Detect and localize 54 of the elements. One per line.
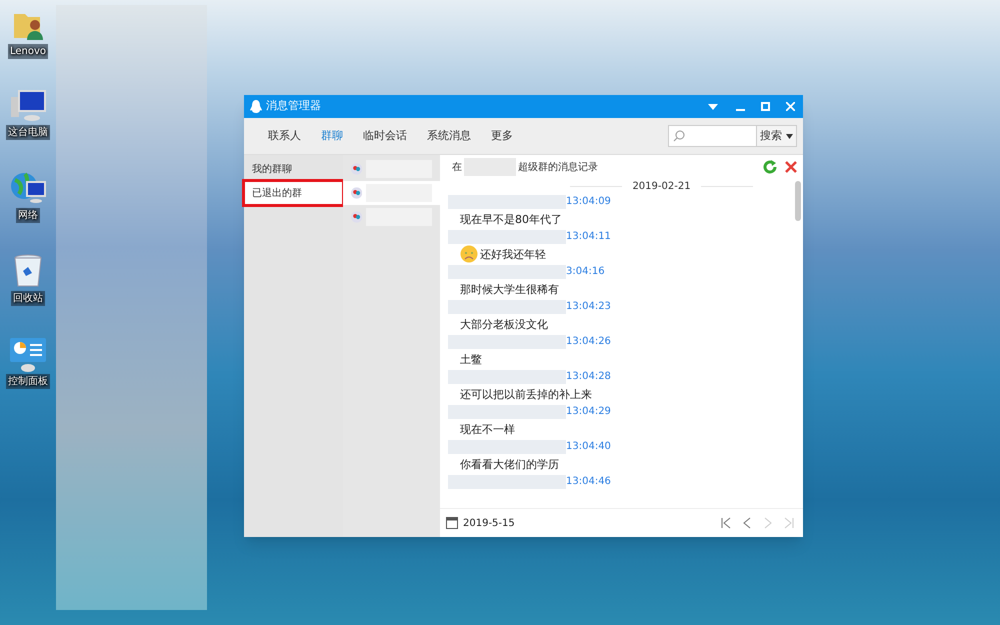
record-title: 在: [452, 160, 462, 174]
date-divider: 2019-02-21: [631, 180, 692, 194]
caret-icon: [786, 134, 793, 138]
message-text: 土鳖: [460, 352, 482, 368]
desktop-icon-label[interactable]: 这台电脑: [6, 125, 50, 140]
message-text: 你看看大佬们的学历: [460, 456, 559, 472]
sidebar-item[interactable]: 我的群聊: [244, 157, 343, 181]
message-time: 13:04:46: [566, 475, 611, 489]
window-title: 消息管理器: [266, 98, 321, 114]
footer-date: 2019-5-15: [463, 516, 515, 530]
calendar-icon[interactable]: [446, 517, 458, 529]
message-text: 大部分老板没文化: [460, 316, 548, 332]
desktop-icon-label[interactable]: 回收站: [11, 291, 45, 306]
tab[interactable]: 临时会话: [353, 128, 417, 144]
message-time: 13:04:29: [566, 405, 611, 419]
refresh-icon[interactable]: [763, 160, 777, 174]
control-panel-icon: [8, 336, 48, 372]
message-time: 13:04:09: [566, 195, 611, 209]
group-avatar-icon: [351, 211, 362, 223]
record-title: 超级群的消息记录: [518, 160, 598, 174]
message-time: 13:04:28: [566, 370, 611, 384]
message-text: 那时候大学生很稀有: [460, 282, 559, 298]
tab[interactable]: 群聊: [311, 128, 353, 144]
computer-icon: [9, 89, 47, 123]
message-time: 13:04:23: [566, 300, 611, 314]
search-field[interactable]: [668, 125, 757, 147]
tab[interactable]: 联系人: [258, 128, 311, 144]
message-time: 13:04:26: [566, 335, 611, 349]
globe-monitor-icon: [9, 170, 47, 206]
group-avatar-icon: [351, 163, 362, 175]
tab[interactable]: 更多: [481, 128, 523, 144]
message-text: 现在不一样: [460, 422, 515, 438]
desktop-icon-label[interactable]: Lenovo: [8, 44, 48, 59]
sidebar-item[interactable]: 已退出的群: [244, 181, 343, 205]
tab[interactable]: 系统消息: [417, 128, 481, 144]
recycle-bin-icon: [13, 253, 43, 289]
group-avatar-icon: [351, 187, 362, 199]
message-time: 3:04:16: [566, 265, 605, 279]
search-icon: [673, 130, 685, 142]
dropdown-icon[interactable]: [708, 104, 718, 110]
desktop-icon-label[interactable]: 控制面板: [6, 374, 50, 389]
delete-icon[interactable]: [785, 161, 797, 173]
message-time: 13:04:40: [566, 440, 611, 454]
message-text: 还好我还年轻: [480, 246, 546, 262]
search-button[interactable]: 搜索: [757, 125, 797, 147]
message-text: 现在早不是80年代了: [460, 212, 562, 228]
close-icon[interactable]: [786, 102, 795, 111]
desktop-icon-label[interactable]: 网络: [16, 208, 40, 223]
first-page-icon[interactable]: [720, 517, 732, 529]
penguin-icon: [250, 100, 262, 114]
previous-page-icon[interactable]: [741, 517, 753, 529]
message-time: 13:04:11: [566, 230, 611, 244]
message-text: 还可以把以前丢掉的补上来: [460, 386, 592, 402]
maximize-icon[interactable]: [761, 102, 770, 111]
